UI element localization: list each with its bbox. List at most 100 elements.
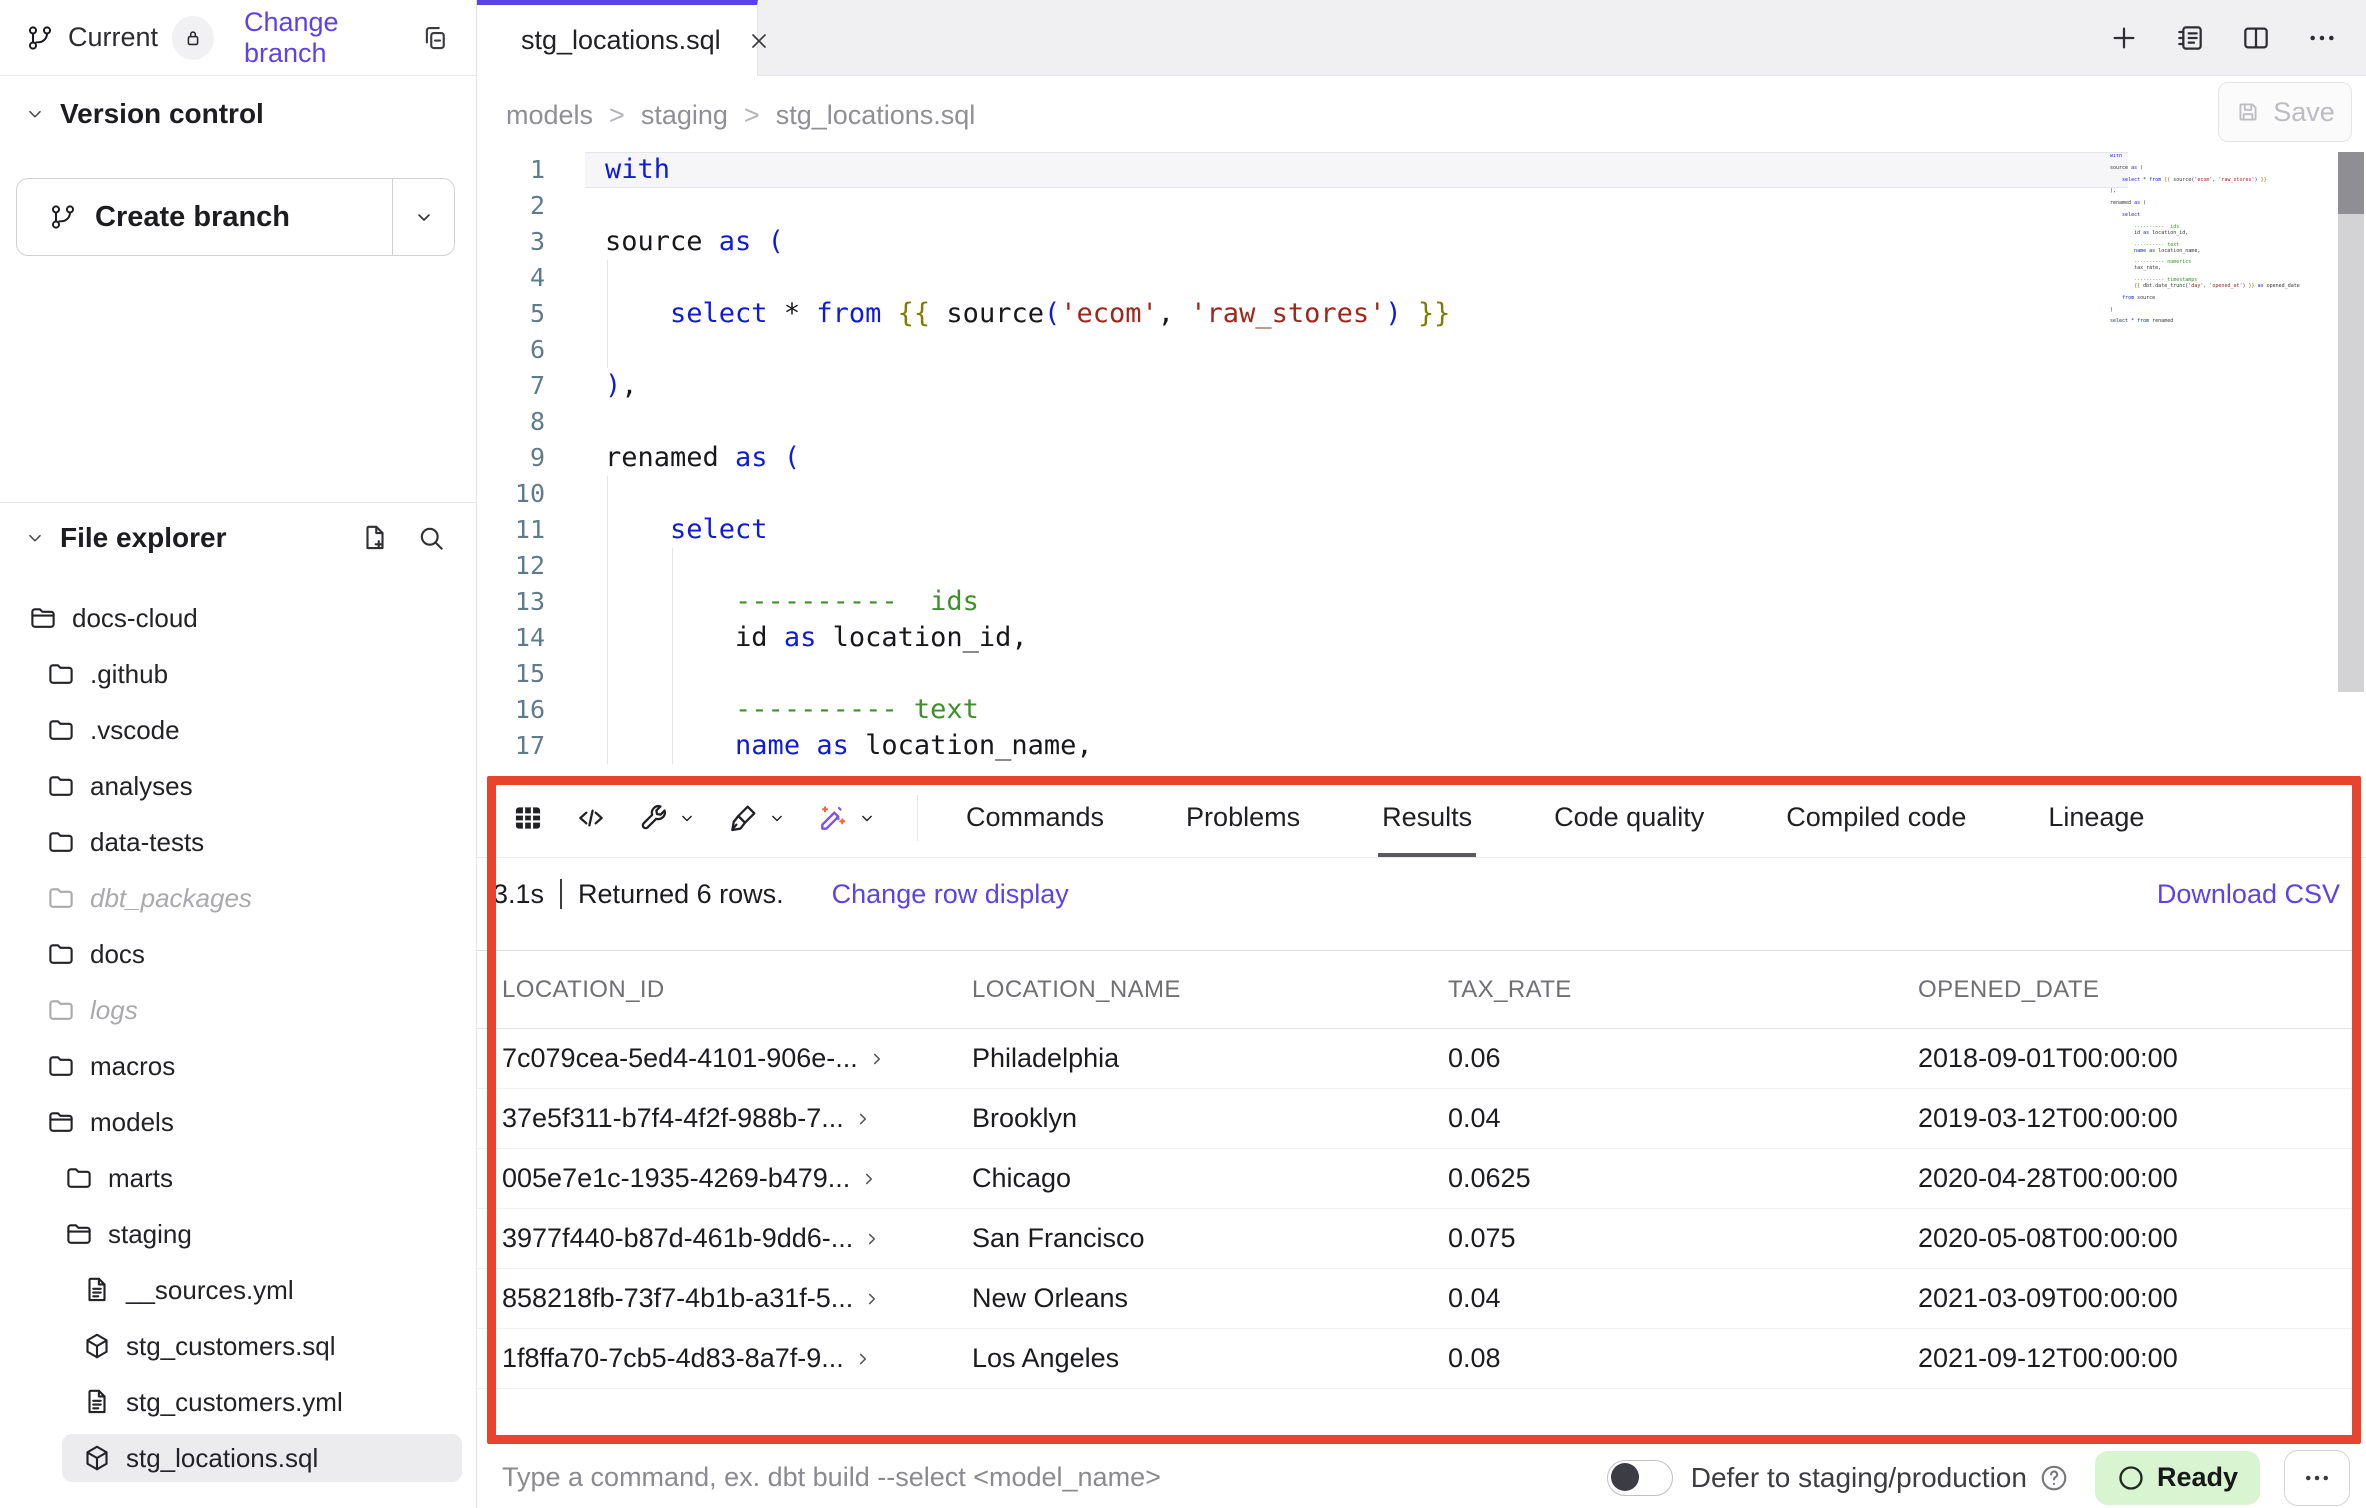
table-row: 005e7e1c-1935-4269-b479...Chicago0.06252… (477, 1149, 2360, 1209)
cell-tax-rate: 0.08 (1448, 1343, 1918, 1374)
wrench-icon[interactable] (637, 802, 697, 834)
new-tab-icon[interactable] (2108, 22, 2140, 54)
tree-item-analyses[interactable]: analyses (0, 758, 476, 814)
create-branch-menu-button[interactable] (392, 179, 454, 255)
row-expand-icon[interactable] (861, 1288, 883, 1310)
panel-tab-problems[interactable]: Problems (1182, 778, 1304, 857)
cell-tax-rate: 0.04 (1448, 1103, 1918, 1134)
copy-icon[interactable] (420, 23, 450, 53)
tree-item-data-tests[interactable]: data-tests (0, 814, 476, 870)
rows-returned: Returned 6 rows. (578, 879, 784, 910)
panel-tab-code-quality[interactable]: Code quality (1550, 778, 1708, 857)
tree-item-label: docs-cloud (72, 603, 198, 634)
folder-icon (46, 995, 76, 1025)
tab-stg-locations[interactable]: stg_locations.sql (477, 0, 758, 76)
save-label: Save (2273, 97, 2335, 128)
tab-title: stg_locations.sql (521, 25, 721, 56)
location-id-text: 1f8ffa70-7cb5-4d83-8a7f-9... (502, 1343, 844, 1374)
save-button[interactable]: Save (2218, 82, 2352, 142)
tree-item-docs[interactable]: docs (0, 926, 476, 982)
tree-item-stg-customers-yml[interactable]: stg_customers.yml (0, 1374, 476, 1430)
tree-item-stg-locations-sql[interactable]: stg_locations.sql (62, 1434, 462, 1482)
column-header-location_name: LOCATION_NAME (972, 976, 1448, 1004)
editor-scrollbar[interactable] (2338, 152, 2364, 692)
more-options-button[interactable] (2284, 1450, 2350, 1506)
new-file-icon[interactable] (360, 523, 390, 553)
tree-item-label: .github (90, 659, 168, 690)
cell-tax-rate: 0.06 (1448, 1043, 1918, 1074)
command-input[interactable] (502, 1462, 1607, 1493)
panel-tab-lineage[interactable]: Lineage (2044, 778, 2148, 857)
table-row: 3977f440-b87d-461b-9dd6-...San Francisco… (477, 1209, 2360, 1269)
ellipsis-icon[interactable] (2306, 22, 2338, 54)
panel-tab-results[interactable]: Results (1378, 778, 1476, 857)
row-expand-icon[interactable] (861, 1228, 883, 1250)
tree-item-stg-customers-sql[interactable]: stg_customers.sql (0, 1318, 476, 1374)
status-badge[interactable]: Ready (2095, 1451, 2260, 1505)
row-expand-icon[interactable] (858, 1168, 880, 1190)
location-id-text: 7c079cea-5ed4-4101-906e-... (502, 1043, 858, 1074)
tree-item-models[interactable]: models (0, 1094, 476, 1150)
tree-item-docs-cloud[interactable]: docs-cloud (0, 590, 476, 646)
version-control-title: Version control (60, 98, 264, 130)
cell-location-id: 7c079cea-5ed4-4101-906e-... (502, 1043, 972, 1074)
download-csv-link[interactable]: Download CSV (2157, 879, 2340, 910)
tree-item--github[interactable]: .github (0, 646, 476, 702)
tree-item-label: stg_locations.sql (126, 1443, 318, 1474)
folder-icon (46, 1051, 76, 1081)
table-grid-icon[interactable] (511, 801, 545, 835)
notebook-icon[interactable] (2174, 22, 2206, 54)
code-editor: models > staging > stg_locations.sql Sav… (477, 76, 2366, 778)
tree-item-logs[interactable]: logs (0, 982, 476, 1038)
search-icon[interactable] (416, 523, 446, 553)
column-header-location_id: LOCATION_ID (502, 976, 972, 1004)
create-branch-button[interactable]: Create branch (16, 178, 455, 256)
version-control-header[interactable]: Version control (24, 98, 264, 130)
chevron-down-icon[interactable] (24, 527, 46, 549)
close-icon[interactable] (747, 29, 771, 53)
column-header-opened_date: OPENED_DATE (1918, 976, 2360, 1004)
model-cube-icon (82, 1331, 112, 1361)
scrollbar-thumb[interactable] (2338, 152, 2364, 214)
row-expand-icon[interactable] (852, 1108, 874, 1130)
table-row: 7c079cea-5ed4-4101-906e-... Philadelphia0… (477, 1029, 2360, 1089)
tree-item-staging[interactable]: staging (0, 1206, 476, 1262)
tree-item-dbt-packages[interactable]: dbt_packages (0, 870, 476, 926)
row-expand-icon[interactable] (866, 1048, 888, 1070)
tree-item-marts[interactable]: marts (0, 1150, 476, 1206)
row-expand-icon[interactable] (852, 1348, 874, 1370)
tree-item--vscode[interactable]: .vscode (0, 702, 476, 758)
location-id-text: 858218fb-73f7-4b1b-a31f-5... (502, 1283, 853, 1314)
code-text[interactable]: with source as ( select * from {{ source… (605, 152, 2106, 764)
code-icon[interactable] (575, 802, 607, 834)
folder-open-icon (28, 603, 58, 633)
panel-tab-commands[interactable]: Commands (962, 778, 1108, 857)
table-row: 1f8ffa70-7cb5-4d83-8a7f-9...Los Angeles0… (477, 1329, 2360, 1389)
folder-icon (46, 715, 76, 745)
split-view-icon[interactable] (2240, 22, 2272, 54)
change-branch-link[interactable]: Change branch (244, 7, 420, 69)
model-cube-icon (82, 1443, 112, 1473)
cell-location-id: 005e7e1c-1935-4269-b479... (502, 1163, 972, 1194)
results-panel: Commands Problems Results Code quality Compi… (477, 778, 2366, 1447)
query-time: 3.1s (493, 879, 544, 910)
change-row-display-link[interactable]: Change row display (832, 879, 1069, 910)
code-area[interactable]: 1234567891011121314151617 with source as… (477, 152, 2366, 778)
cell-location-name: Philadelphia (972, 1043, 1448, 1074)
panel-tab-compiled-code[interactable]: Compiled code (1782, 778, 1970, 857)
tree-item--sources-yml[interactable]: __sources.yml (0, 1262, 476, 1318)
create-branch-main[interactable]: Create branch (17, 179, 392, 255)
file-tree: docs-cloud .github .vscodeanalysesdata-tes… (0, 590, 476, 1486)
lock-icon (182, 27, 204, 49)
broom-icon[interactable] (727, 802, 787, 834)
minimap[interactable]: with source as ( select * from {{ source… (2110, 154, 2325, 494)
question-icon[interactable] (2039, 1463, 2069, 1493)
magic-wand-icon[interactable] (817, 802, 877, 834)
tree-item-macros[interactable]: macros (0, 1038, 476, 1094)
file-icon (82, 1387, 112, 1417)
location-id-text: 37e5f311-b7f4-4f2f-988b-7... (502, 1103, 844, 1134)
file-explorer-header: File explorer (24, 514, 476, 562)
file-explorer-title: File explorer (60, 522, 227, 554)
tree-item-label: macros (90, 1051, 175, 1082)
defer-toggle[interactable] (1607, 1460, 1673, 1496)
